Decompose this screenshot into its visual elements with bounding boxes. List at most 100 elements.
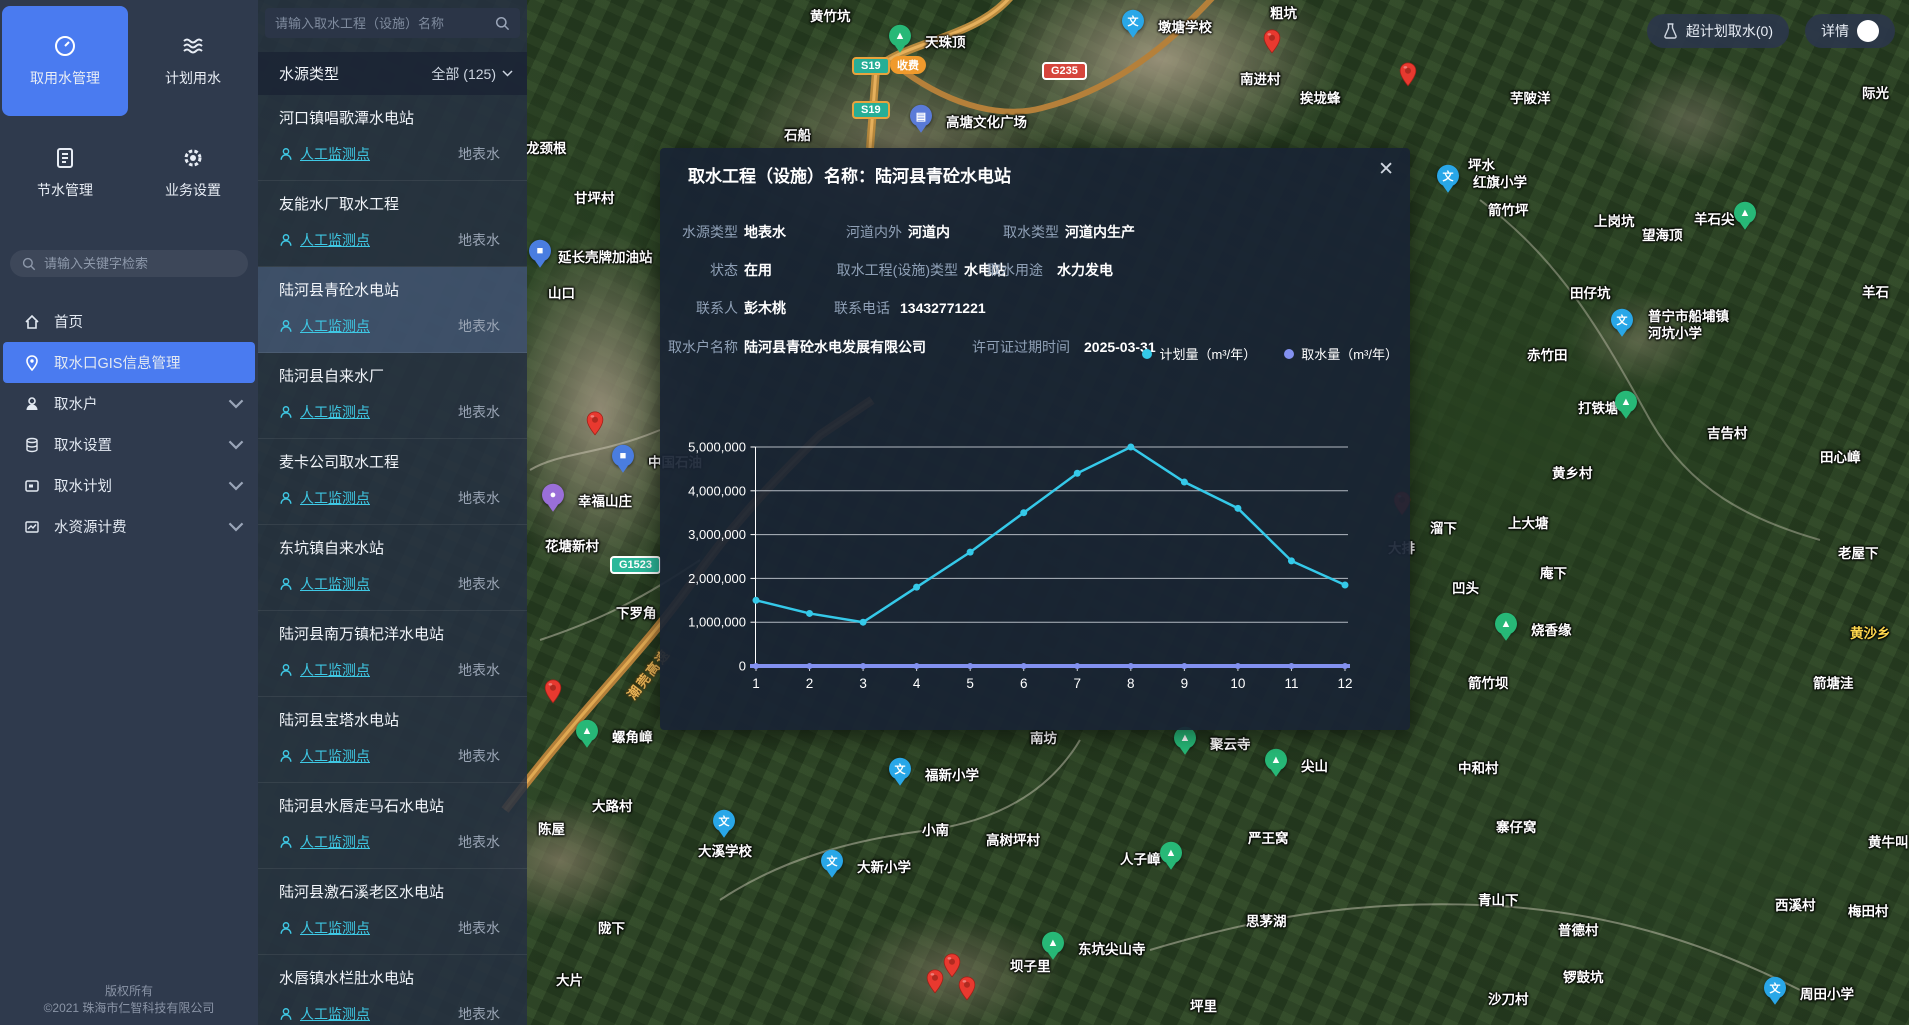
manual-monitor-link[interactable]: 人工监测点: [300, 316, 370, 336]
peak-marker-icon: ▲: [1734, 202, 1756, 224]
map-place-label: 天珠顶: [925, 31, 966, 51]
peak-marker-icon: ▲: [1265, 749, 1287, 771]
keyword-search-box[interactable]: [10, 250, 248, 277]
station-name: 陆河县自来水厂: [279, 365, 500, 386]
map-place-label: 赤竹田: [1527, 344, 1568, 364]
keyword-search-input[interactable]: [44, 256, 194, 271]
manual-monitor-link[interactable]: 人工监测点: [300, 746, 370, 766]
waves-icon: [181, 34, 205, 58]
sidebar-item-gis-info[interactable]: 取水口GIS信息管理: [3, 342, 255, 383]
sidebar-item-water-billing[interactable]: 水资源计费: [0, 506, 258, 547]
map-place-label: 延长壳牌加油站: [558, 246, 653, 266]
map-place-label: 坪里: [1190, 995, 1217, 1015]
water-source-type: 地表水: [458, 832, 500, 852]
tile-planned-water[interactable]: 计划用水: [130, 6, 256, 116]
water-source-type: 地表水: [458, 660, 500, 680]
station-name: 东坑镇自来水站: [279, 537, 500, 558]
search-icon: [495, 16, 510, 31]
toggle-knob[interactable]: [1857, 20, 1879, 42]
map-place-label: 挨垅蜂: [1300, 87, 1341, 107]
chevron-down-icon: [228, 396, 244, 412]
red-pin-icon[interactable]: [926, 969, 944, 999]
close-icon[interactable]: ✕: [1378, 160, 1394, 179]
station-list-item[interactable]: 麦卡公司取水工程人工监测点地表水: [258, 439, 527, 525]
legend-item-actual: 取水量（m³/年）: [1284, 344, 1398, 363]
station-search-input[interactable]: [275, 16, 495, 31]
station-list-item[interactable]: 陆河县激石溪老区水电站人工监测点地表水: [258, 869, 527, 955]
map-place-label: 寨仔窝: [1496, 816, 1537, 836]
gas-marker-icon: ■: [612, 445, 634, 467]
map-place-label: 青山下: [1478, 889, 1519, 909]
gas-marker-icon: ■: [529, 240, 551, 262]
user-icon: [24, 396, 40, 412]
svg-text:3: 3: [859, 676, 867, 691]
svg-text:5,000,000: 5,000,000: [688, 440, 746, 455]
person-icon: [279, 233, 293, 247]
manual-monitor-link[interactable]: 人工监测点: [300, 574, 370, 594]
card-icon: [24, 478, 40, 494]
map-place-label: 庵下: [1540, 562, 1567, 582]
manual-monitor-link[interactable]: 人工监测点: [300, 488, 370, 508]
person-icon: [279, 405, 293, 419]
temple-marker-icon: ▲: [1174, 727, 1196, 749]
database-icon: [24, 437, 40, 453]
map-place-label: 大路村: [592, 795, 633, 815]
tile-water-saving-mgmt[interactable]: 节水管理: [2, 118, 128, 228]
sidebar-item-withdrawal-plan[interactable]: 取水计划: [0, 465, 258, 506]
map-place-label: 黄乡村: [1552, 462, 1593, 482]
document-icon: [53, 146, 77, 170]
red-pin-icon[interactable]: [958, 976, 976, 1006]
over-plan-withdrawal-button[interactable]: 超计划取水(0): [1647, 14, 1789, 48]
red-pin-icon[interactable]: [586, 411, 604, 441]
filter-dropdown[interactable]: 全部 (125): [431, 64, 513, 84]
manual-monitor-link[interactable]: 人工监测点: [300, 1004, 370, 1024]
map-place-label: 龙颈根: [526, 137, 567, 157]
station-list-item[interactable]: 河口镇唱歌潭水电站人工监测点地表水: [258, 95, 527, 181]
manual-monitor-link[interactable]: 人工监测点: [300, 230, 370, 250]
filter-label: 水源类型: [279, 63, 339, 84]
manual-monitor-link[interactable]: 人工监测点: [300, 144, 370, 164]
svg-text:2: 2: [806, 676, 814, 691]
manual-monitor-link[interactable]: 人工监测点: [300, 660, 370, 680]
legend-dot-actual: [1284, 349, 1294, 359]
map-place-label: 甘坪村: [574, 187, 615, 207]
school-marker-icon: 文: [1437, 165, 1459, 187]
map-place-label: 沙刀村: [1488, 988, 1529, 1008]
station-list-item[interactable]: 东坑镇自来水站人工监测点地表水: [258, 525, 527, 611]
water-source-type: 地表水: [458, 1004, 500, 1024]
manual-monitor-link[interactable]: 人工监测点: [300, 832, 370, 852]
map-place-label: 山口: [548, 282, 575, 302]
person-icon: [279, 749, 293, 763]
search-icon: [22, 257, 36, 271]
map-place-label: 南坊: [1030, 727, 1057, 747]
water-source-type: 地表水: [458, 402, 500, 422]
school-marker-icon: 文: [1122, 10, 1144, 32]
station-list-item[interactable]: 陆河县自来水厂人工监测点 地表水: [258, 353, 527, 439]
manual-monitor-link[interactable]: 人工监测点: [300, 402, 370, 422]
school-marker-icon: 文: [1764, 977, 1786, 999]
water-source-type: 地表水: [458, 230, 500, 250]
tile-business-settings[interactable]: 业务设置: [130, 118, 256, 228]
detail-toggle[interactable]: 详情: [1805, 14, 1895, 48]
map-place-label: 螺角嶂: [612, 726, 653, 746]
tile-water-usage-mgmt[interactable]: 取用水管理: [2, 6, 128, 116]
red-pin-icon[interactable]: [1263, 29, 1281, 59]
station-list-item[interactable]: 陆河县宝塔水电站人工监测点地表水: [258, 697, 527, 783]
detail-field-label: 许可证过期时间: [660, 337, 1070, 357]
station-list-item[interactable]: 友能水厂取水工程人工监测点地表水: [258, 181, 527, 267]
sidebar-item-water-users[interactable]: 取水户: [0, 383, 258, 424]
svg-text:10: 10: [1230, 676, 1245, 691]
sidebar-item-home[interactable]: 首页: [0, 301, 258, 342]
station-list-item[interactable]: 陆河县水唇走马石水电站人工监测点地表水: [258, 783, 527, 869]
red-pin-icon[interactable]: [1399, 62, 1417, 92]
manual-monitor-link[interactable]: 人工监测点: [300, 918, 370, 938]
sidebar-item-withdrawal-settings[interactable]: 取水设置: [0, 424, 258, 465]
gauge-icon: [53, 34, 77, 58]
temple-marker-icon: ▲: [1042, 932, 1064, 954]
station-list-item[interactable]: 水唇镇水栏肚水电站人工监测点地表水: [258, 955, 527, 1025]
station-name: 陆河县青砼水电站: [279, 279, 500, 300]
station-search-box[interactable]: [265, 8, 520, 38]
station-list-item[interactable]: 陆河县青砼水电站人工监测点地表水: [258, 267, 527, 353]
station-list-item[interactable]: 陆河县南万镇杞洋水电站人工监测点地表水: [258, 611, 527, 697]
red-pin-icon[interactable]: [544, 679, 562, 709]
